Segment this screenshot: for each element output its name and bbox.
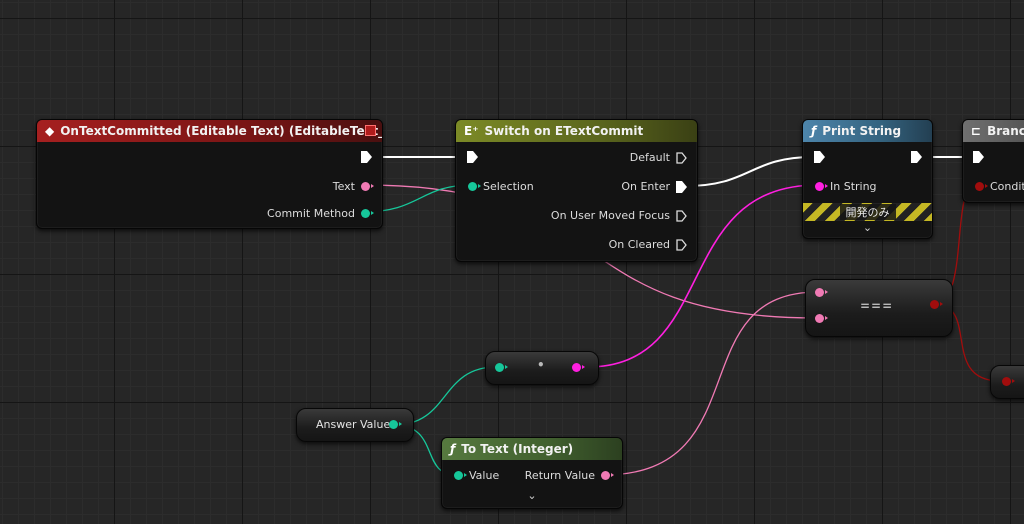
switch-on-cleared-label: On Cleared (608, 238, 670, 251)
print-string-node[interactable]: ƒ Print String In String 開発のみ ⌄ (802, 119, 933, 239)
event-text-pin[interactable]: Text (327, 180, 374, 193)
expand-chevron-icon[interactable]: ⌄ (527, 489, 536, 502)
event-diamond-icon: ◆ (45, 124, 55, 138)
equal-input-b-pin[interactable] (815, 314, 828, 323)
append-node[interactable]: • (485, 351, 599, 385)
equal-input-a-pin[interactable] (815, 288, 828, 297)
switch-node-title: Switch on ETextCommit (484, 124, 644, 138)
development-only-banner: 開発のみ (803, 203, 932, 221)
print-exec-out-pin[interactable] (911, 151, 922, 163)
partial-node-right[interactable] (990, 365, 1024, 399)
to-text-return-label: Return Value (524, 469, 595, 482)
exec-out-icon (676, 180, 687, 193)
text-pin-icon (601, 471, 614, 480)
switch-default-pin[interactable]: Default (624, 151, 687, 164)
switch-selection-pin[interactable]: Selection (468, 180, 540, 193)
event-text-label: Text (332, 180, 355, 193)
answer-value-output-pin[interactable] (389, 420, 402, 429)
development-only-label: 開発のみ (839, 204, 896, 220)
switch-selection-label: Selection (483, 180, 534, 193)
to-text-value-label: Value (469, 469, 500, 482)
switch-on-cleared-pin[interactable]: On Cleared (603, 238, 687, 251)
text-pin-icon (361, 182, 374, 191)
exec-in-icon (973, 151, 984, 163)
equal-operator-label: === (860, 299, 894, 313)
exec-out-hollow-icon (676, 151, 687, 164)
append-output-pin[interactable] (572, 363, 585, 372)
event-commit-method-pin[interactable]: Commit Method (261, 207, 374, 220)
switch-on-enter-label: On Enter (621, 180, 670, 193)
to-text-header[interactable]: ƒ To Text (Integer) (442, 438, 622, 460)
to-text-return-pin[interactable]: Return Value (519, 469, 614, 482)
print-string-title: Print String (822, 124, 902, 138)
switch-node-header[interactable]: E⁺ Switch on ETextCommit (456, 120, 697, 142)
function-f-icon: ƒ (811, 124, 817, 138)
print-in-string-pin[interactable]: In String (815, 180, 883, 193)
int-pin-icon (454, 471, 467, 480)
switch-on-user-moved-focus-pin[interactable]: On User Moved Focus (545, 209, 687, 222)
switch-on-user-moved-focus-label: On User Moved Focus (550, 209, 670, 222)
equal-output-pin[interactable] (930, 300, 943, 309)
event-commit-method-label: Commit Method (267, 207, 355, 220)
switch-on-enter-pin[interactable]: On Enter (615, 180, 687, 193)
branch-condition-label: Condition (990, 180, 1024, 193)
event-exec-out-pin[interactable] (361, 151, 372, 163)
answer-value-variable-node[interactable]: Answer Value (296, 408, 414, 442)
branch-icon: ⊏ (971, 124, 982, 138)
function-f-icon: ƒ (450, 442, 456, 456)
exec-out-hollow-icon (676, 238, 687, 251)
exec-out-hollow-icon (676, 209, 687, 222)
byte-pin-icon (468, 182, 481, 191)
print-exec-in-pin[interactable] (814, 151, 825, 163)
equal-exactly-node[interactable]: === (805, 279, 953, 337)
string-pin-icon (815, 182, 828, 191)
switch-on-etextcommit-node[interactable]: E⁺ Switch on ETextCommit Selection Defau… (455, 119, 698, 262)
expand-chevron-icon[interactable]: ⌄ (863, 221, 872, 234)
exec-wire-switch-print (685, 156, 814, 187)
switch-enum-icon: E⁺ (464, 124, 479, 138)
wire-totext-to-equal (602, 291, 819, 476)
exec-out-icon (911, 151, 922, 163)
append-input-pin[interactable] (495, 363, 508, 372)
event-node-on-text-committed[interactable]: ◆ OnTextCommitted (Editable Text) (Edita… (36, 119, 383, 229)
append-operator-label: • (537, 358, 546, 372)
branch-exec-in-pin[interactable] (973, 151, 984, 163)
branch-node[interactable]: ⊏ Branch Condition (962, 119, 1024, 203)
event-node-title: OnTextCommitted (Editable Text) (Editabl… (60, 124, 382, 138)
to-text-value-pin[interactable]: Value (454, 469, 505, 482)
event-node-header[interactable]: ◆ OnTextCommitted (Editable Text) (Edita… (37, 120, 382, 142)
print-string-header[interactable]: ƒ Print String (803, 120, 932, 142)
branch-condition-pin[interactable]: Condition (975, 180, 1024, 193)
switch-exec-in-pin[interactable] (467, 151, 478, 163)
switch-default-label: Default (629, 151, 670, 164)
exec-out-icon (361, 151, 372, 163)
answer-value-label: Answer Value (316, 418, 391, 431)
bool-pin-icon (975, 182, 988, 191)
exec-in-icon (467, 151, 478, 163)
branch-header[interactable]: ⊏ Branch (963, 120, 1024, 142)
to-text-title: To Text (Integer) (461, 442, 574, 456)
bool-input-pin[interactable] (1002, 377, 1015, 386)
exec-in-icon (814, 151, 825, 163)
print-in-string-label: In String (830, 180, 877, 193)
to-text-integer-node[interactable]: ƒ To Text (Integer) Value Return Value ⌄ (441, 437, 623, 509)
byte-pin-icon (361, 209, 374, 218)
branch-title: Branch (987, 124, 1024, 138)
delegate-square-icon[interactable] (365, 125, 376, 136)
